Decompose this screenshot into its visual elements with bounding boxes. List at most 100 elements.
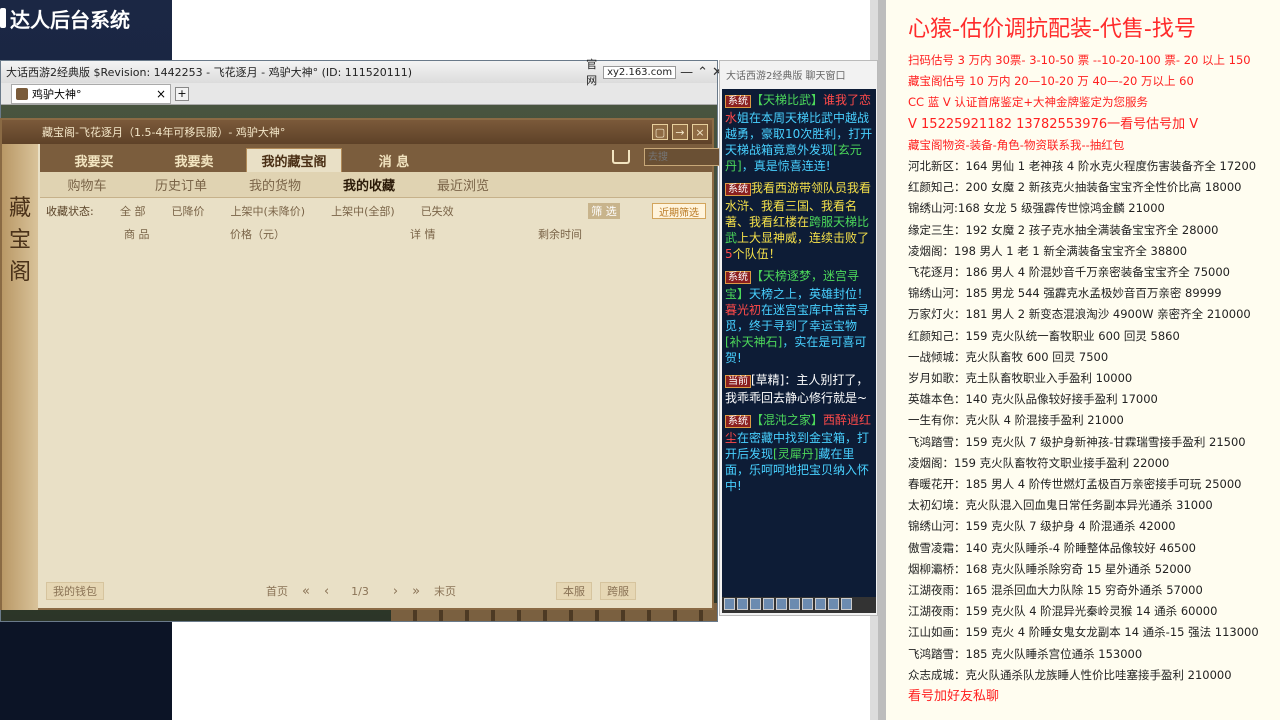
- filter-option[interactable]: 上架中(未降价): [231, 203, 306, 219]
- left-lower-area: [0, 620, 172, 720]
- right-icon[interactable]: ›: [393, 584, 398, 599]
- filter-option[interactable]: 上架中(全部): [331, 203, 395, 219]
- search-input[interactable]: [644, 148, 722, 166]
- game-tabbar: 鸡驴大神° × +: [1, 83, 717, 105]
- info-line: 万家灯火：181 男人 2 新变态混浪淘沙 4900W 亲密齐全 210000: [908, 307, 1251, 322]
- side-char: 宝: [8, 228, 31, 253]
- subtab-cart[interactable]: 购物车: [40, 175, 134, 194]
- column-header: 价格（元）: [230, 228, 285, 241]
- chat-log[interactable]: 系统 【天梯比武】谁我了恋水姐在本周天梯比武中越战越勇，豪取10次胜利，打开天梯战…: [722, 89, 876, 597]
- add-tab-button[interactable]: +: [175, 86, 189, 101]
- chat-channel-tag: 系统: [725, 415, 751, 428]
- info-line: 红颜知己：159 克火队统一畜牧职业 600 回灵 5860: [908, 328, 1180, 343]
- chat-text: [补天神石]: [725, 335, 783, 349]
- info-line: 江山如画：159 克火 4 阶睡女鬼女龙副本 14 通杀-15 强法 11300…: [908, 625, 1259, 640]
- side-char: 藏: [8, 196, 31, 221]
- chat-message: 系统 我看西游带领队员我看水浒、我看三国、我看名著、我看红楼在跨服天梯比武上大显神…: [725, 180, 873, 262]
- filter-button[interactable]: 筛 选: [588, 203, 620, 219]
- chat-text: 【天梯比武】: [751, 93, 824, 107]
- info-line: 缘定三生：192 女魔 2 孩子克水抽全满装备宝宝齐全 28000: [908, 222, 1219, 237]
- tab-buy[interactable]: 我要买: [46, 148, 142, 172]
- filter-option[interactable]: 全 部: [120, 203, 146, 219]
- minimize-button[interactable]: —: [680, 65, 693, 80]
- main-tabs: 我要买 我要卖 我的藏宝阁 消 息: [40, 144, 742, 172]
- chat-channel-tag: 当前: [725, 375, 751, 388]
- filter-option[interactable]: 已失效: [421, 203, 454, 219]
- chat-channel-tag: 系统: [725, 95, 751, 108]
- subtab-recent[interactable]: 最近浏览: [416, 175, 510, 194]
- tab-sell[interactable]: 我要卖: [146, 148, 242, 172]
- chat-tool-icon[interactable]: [763, 598, 774, 610]
- info-panel: 心猿-估价调抗配装-代售-找号 扫码估号 3 万内 30票- 3-10-50 票…: [886, 0, 1280, 720]
- column-header: 商 品: [124, 228, 150, 241]
- chat-message: 当前 [草精]：主人别打了，我乖乖回去静心修行就是~: [725, 372, 873, 406]
- official-link[interactable]: 官网: [586, 56, 597, 88]
- game-titlebar[interactable]: 大话西游2经典版 $Revision: 1442253 - 飞花逐月 - 鸡驴大…: [1, 58, 723, 87]
- restore-icon[interactable]: ▢: [652, 124, 668, 140]
- treasure-pavilion-dialog: 藏宝阁-飞花逐月（1.5-4年可移民服）- 鸡驴大神° ▢ → × 藏 宝 阁 …: [0, 118, 742, 610]
- collapse-button[interactable]: ⌃: [697, 65, 708, 80]
- recent-filter-button[interactable]: 近期筛选: [652, 203, 706, 219]
- info-line: 一战倾城：克火队畜牧 600 回灵 7500: [908, 349, 1109, 364]
- chat-tool-icon[interactable]: [776, 598, 787, 610]
- info-line: 藏宝阁物资-装备-角色-物资联系我--抽红包: [908, 137, 1125, 152]
- chat-tool-icon[interactable]: [789, 598, 800, 610]
- forward-icon[interactable]: →: [672, 124, 688, 140]
- page-indicator: 1/3: [351, 584, 369, 598]
- info-line: 岁月如歌：克土队畜牧职业入手盈利 10000: [908, 371, 1133, 386]
- info-line: 一生有你：克火队 4 阶混接手盈利 21000: [908, 413, 1124, 428]
- column-header: 剩余时间: [538, 228, 582, 241]
- admin-logo-icon: [0, 8, 6, 28]
- chat-text: [草精]：: [751, 373, 797, 387]
- cross-server-button[interactable]: 跨服: [600, 582, 637, 600]
- sub-tabs: 购物车 历史订单 我的货物 我的收藏 最近浏览: [40, 172, 712, 198]
- chat-tool-icon[interactable]: [737, 598, 748, 610]
- info-line: 凌烟阁：198 男人 1 老 1 新全满装备宝宝齐全 38800: [908, 243, 1188, 258]
- chat-tool-icon[interactable]: [724, 598, 735, 610]
- double-right-icon[interactable]: »: [412, 584, 420, 599]
- chat-tool-icon[interactable]: [841, 598, 852, 610]
- chat-text: 上大显神威，连续击败了: [737, 231, 870, 245]
- chat-tool-icon[interactable]: [750, 598, 761, 610]
- info-line: 看号加好友私聊: [908, 689, 1000, 705]
- info-line: 众志成城：克火队通杀队龙族睡人性价比哇塞接手盈利 210000: [908, 667, 1232, 682]
- info-line: 河北新区：164 男仙 1 老神孩 4 阶水克火程度伤害装备齐全 17200: [908, 159, 1257, 174]
- info-line: 飞鸿踏雪：185 克火队睡杀宫位通杀 153000: [908, 646, 1143, 661]
- left-icon[interactable]: ‹: [324, 584, 329, 599]
- side-char: 阁: [8, 260, 31, 285]
- dialog-footer: 我的钱包 首页 « ‹ 1/3 › » 末页 本服 跨服: [40, 576, 712, 606]
- chat-tool-icon[interactable]: [802, 598, 813, 610]
- subtab-history[interactable]: 历史订单: [134, 175, 228, 194]
- chat-tool-icon[interactable]: [828, 598, 839, 610]
- chat-channel-tag: 系统: [725, 271, 751, 284]
- filter-option[interactable]: 已降价: [172, 203, 205, 219]
- chat-toolbar: [722, 597, 876, 613]
- chat-text: ，真是惊喜连连!: [741, 159, 831, 173]
- dialog-title: 藏宝阁-飞花逐月（1.5-4年可移民服）- 鸡驴大神°: [42, 126, 286, 139]
- wallet-button[interactable]: 我的钱包: [46, 582, 104, 600]
- this-server-button[interactable]: 本服: [556, 582, 593, 600]
- info-line: 扫码估号 3 万内 30票- 3-10-50 票 --10-20-100 票- …: [908, 53, 1251, 67]
- cart-icon[interactable]: [612, 150, 630, 164]
- first-page-button[interactable]: 首页: [266, 583, 288, 599]
- tab-messages[interactable]: 消 息: [346, 148, 442, 172]
- site-link[interactable]: xy2.163.com: [603, 65, 677, 79]
- column-header: 详 情: [410, 228, 436, 241]
- chat-tool-icon[interactable]: [815, 598, 826, 610]
- dialog-titlebar[interactable]: 藏宝阁-飞花逐月（1.5-4年可移民服）- 鸡驴大神° ▢ → ×: [2, 120, 712, 144]
- info-line: 锦绣山河:168 女龙 5 级强霹传世惊鸿金麟 21000: [908, 201, 1165, 216]
- subtab-my-goods[interactable]: 我的货物: [228, 175, 322, 194]
- last-page-button[interactable]: 末页: [434, 583, 456, 599]
- info-line: 傲雪凌霜：140 克火队睡杀-4 阶睡整体品像较好 46500: [908, 540, 1196, 555]
- chat-message: 系统 【天梯比武】谁我了恋水姐在本周天梯比武中越战越勇，豪取10次胜利，打开天梯战…: [725, 92, 873, 174]
- dialog-close-icon[interactable]: ×: [692, 124, 708, 140]
- subtab-favorites[interactable]: 我的收藏: [322, 175, 416, 194]
- tab-label: 鸡驴大神°: [32, 87, 82, 101]
- chat-title: 大话西游2经典版 聊天窗口: [726, 70, 846, 82]
- game-tab[interactable]: 鸡驴大神° ×: [11, 83, 171, 104]
- tab-my-pavilion[interactable]: 我的藏宝阁: [246, 148, 342, 172]
- info-line: 江湖夜雨：159 克火队 4 阶混异光秦岭灵猴 14 通杀 60000: [908, 604, 1218, 619]
- info-line: 飞鸿踏雪：159 克火队 7 级护身新神孩-甘霖瑞雪接手盈利 21500: [908, 434, 1246, 449]
- double-left-icon[interactable]: «: [302, 584, 310, 599]
- tab-close-icon[interactable]: ×: [156, 87, 166, 101]
